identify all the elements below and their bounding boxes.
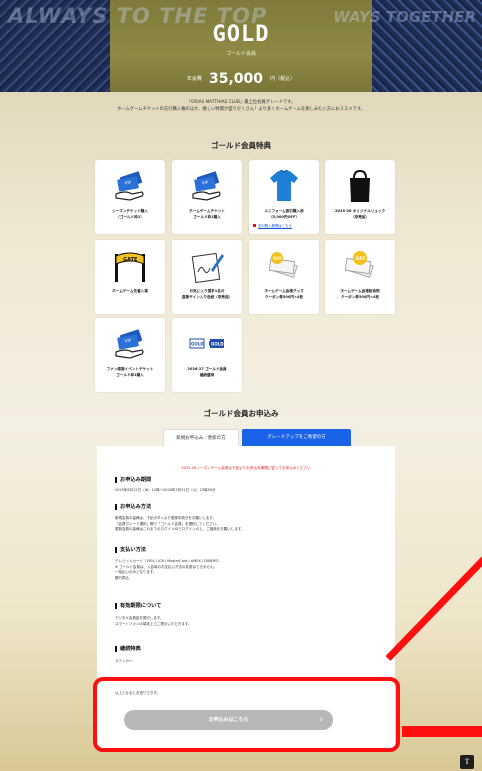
benefit-card-uniform: ユニフォーム割引購入枠 （5,000円OFF） 割引購入期間はこちら: [249, 160, 319, 234]
ticket-icon: VIP: [115, 329, 144, 359]
benefit-card-autograph: お気に入り選手1名の 直筆サイン入り色紙（非売品）: [172, 240, 242, 314]
tab-new-or-renew[interactable]: 新規お申込み／更新の方: [163, 429, 239, 446]
payment-text: クレジットカード（VISA / JCB / MasterCard / AMEX …: [115, 559, 221, 580]
intro-line-1: 「ORIAS MATTHIAS CLUB」最上位会員グレードです。: [186, 100, 296, 105]
benefit-label: シーズンチケット購入 （ゴールド枠1）: [112, 209, 148, 219]
application-title: ゴールド会員お申込み: [203, 409, 279, 418]
renewal-benefit-text: ステッカー: [115, 659, 133, 663]
svg-text:GOLD: GOLD: [191, 342, 204, 347]
price-label: 年会費: [186, 76, 202, 82]
gold-renewal-icon: GOLD GOLD: [189, 338, 224, 349]
benefit-label: ユニフォーム割引購入枠 （5,000円OFF）: [264, 209, 304, 219]
autograph-icon: [191, 252, 224, 284]
benefit-card-early-entry: GATE ホームゲーム先着入場: [95, 240, 165, 314]
svg-text:GOLD: GOLD: [211, 342, 224, 347]
arrow-up-icon: ⇧: [463, 757, 471, 766]
svg-text:GATE: GATE: [123, 257, 138, 263]
highlight-box: [93, 677, 400, 752]
benefit-label: ホームゲームチケット ゴールド枠1購入: [189, 209, 225, 219]
ticket-icon: VIP: [115, 171, 144, 201]
period-text: 2025年6月12日（木）12時〜2026年3月31日（火）23時59分: [115, 488, 216, 492]
benefit-card-season-ticket: VIP シーズンチケット購入 （ゴールド枠1）: [95, 160, 165, 234]
intro-line-2: ホームゲームチケットの先行購入権のほか、嬉しい特典が盛りだくさん！より多くホーム…: [116, 107, 366, 112]
benefit-label: ホームゲーム会場グッズ クーポン券500円×4枚: [264, 289, 304, 299]
validity-text: デジタル会員証を発行します。 スマートフォンの端末上でご提示いただきます。: [115, 616, 192, 626]
method-text: 新規会員の皆様は、下記ボタンより登録手続きをお願いします。 「会員グレード選択」…: [115, 516, 245, 531]
membership-title: GOLD: [212, 22, 270, 47]
benefit-card-goods-coupon: OFF ホームゲーム会場グッズ クーポン券500円×4枚: [249, 240, 319, 314]
membership-subtitle: ゴールド会員: [225, 51, 256, 57]
benefit-card-home-ticket: VIP ホームゲームチケット ゴールド枠1購入: [172, 160, 242, 234]
ticket-icon: VIP: [192, 171, 221, 201]
benefit-label: ファン感謝イベントチケット ゴールド枠1購入: [106, 367, 154, 377]
benefit-card-backpack: 2025-26 オリジナルリュック （非売品）: [325, 160, 395, 234]
price-row: 年会費 35,000 円（税込）: [0, 68, 482, 87]
backpack-icon: [350, 169, 370, 202]
coupon-icon: OFF: [344, 251, 374, 278]
scroll-to-top-button[interactable]: ⇧: [460, 755, 474, 769]
link-marker-icon: [253, 224, 256, 227]
benefit-card-fan-event: VIP ファン感謝イベントチケット ゴールド枠1購入: [95, 318, 165, 392]
intro-text: 「ORIAS MATTHIAS CLUB」最上位会員グレードです。 ホームゲーム…: [60, 99, 422, 113]
hero-banner: ALWAYS TO THE TOP WAYS TOGETHER GOLD ゴール…: [0, 0, 482, 92]
benefit-card-food-coupon: OFF ホームゲーム会場飲食物 クーポン券500円×4枚: [325, 240, 395, 314]
svg-text:OFF: OFF: [356, 256, 366, 262]
benefit-label: お気に入り選手1名の 直筆サイン入り色紙（非売品）: [181, 289, 233, 299]
discount-period-link-label: 割引購入期間はこちら: [258, 224, 292, 228]
period-heading: お申込み期間: [115, 477, 151, 483]
notice-text: 2025-26シーズンチーム会員は下記よりお申込み期間に従ってお申込みください: [181, 466, 311, 470]
benefit-card-gold-renewal: GOLD GOLD 2026-27 ゴールド会員 継続優待: [172, 318, 242, 392]
benefit-label: 2025-26 オリジナルリュック （非売品）: [334, 209, 386, 219]
benefit-label: ホームゲーム先着入場: [112, 289, 148, 293]
benefit-label: 2026-27 ゴールド会員 継続優待: [187, 367, 227, 377]
payment-heading: 支払い方法: [115, 547, 146, 553]
coupon-icon: OFF: [268, 252, 298, 278]
discount-period-link[interactable]: 割引購入期間はこちら: [253, 223, 317, 228]
price-unit: 円（税込）: [270, 76, 296, 82]
uniform-icon: [270, 169, 298, 201]
method-heading: お申込み方法: [115, 504, 151, 510]
svg-text:OFF: OFF: [273, 256, 282, 261]
gate-icon: GATE: [115, 252, 145, 282]
highlight-arrow-diagonal: [385, 555, 482, 661]
price-amount: 35,000: [208, 70, 264, 87]
renewal-benefit-heading: 継続特典: [115, 646, 141, 652]
validity-heading: 有効期限について: [115, 603, 161, 609]
tab-upgrade[interactable]: グレードアップをご希望の方: [242, 429, 351, 446]
highlight-arrow-horizontal: [402, 726, 482, 737]
benefits-title: ゴールド会員特典: [211, 141, 271, 150]
benefit-label: ホームゲーム会場飲食物 クーポン券500円×4枚: [340, 289, 380, 299]
